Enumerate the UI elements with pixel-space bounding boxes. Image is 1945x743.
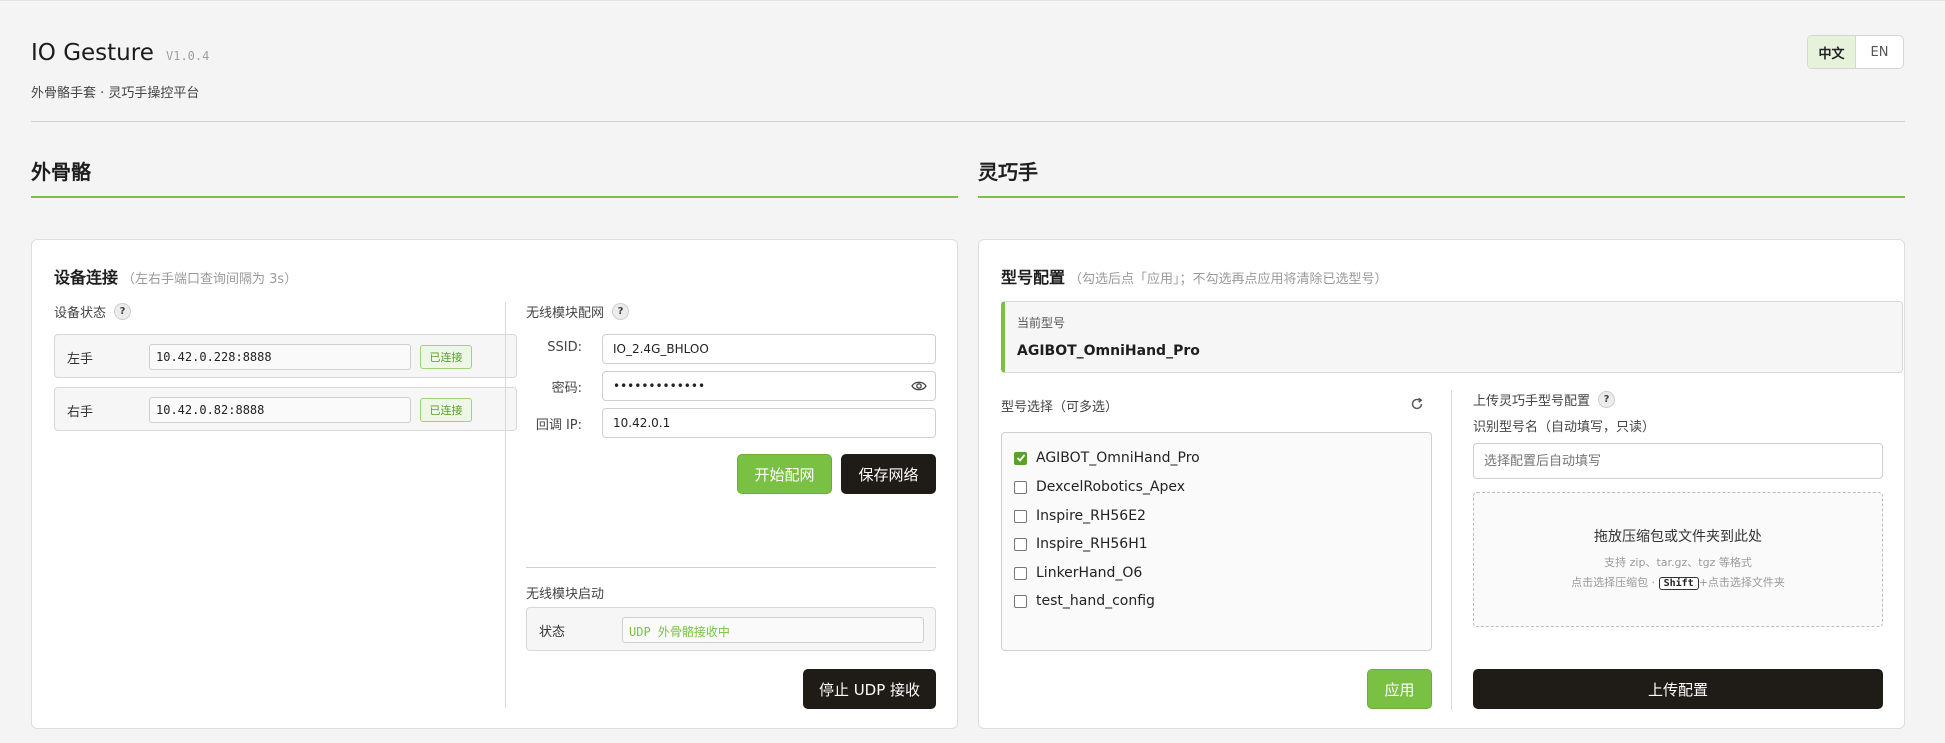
wifi-config-text: 无线模块配网 [526, 306, 605, 321]
section-underline-hand [978, 196, 1905, 198]
device-card-title: 设备连接 （左右手端口查询间隔为 3s） [54, 264, 297, 288]
callback-ip-input[interactable]: 10.42.0.1 [602, 408, 936, 438]
wireless-status-value: UDP 外骨骼接收中 [622, 617, 924, 643]
model-title-hint: （勾选后点「应用」；不勾选再点应用将清除已选型号） [1069, 272, 1388, 287]
wifi-config-label: 无线模块配网 ? [526, 302, 630, 321]
eye-icon[interactable] [911, 380, 927, 392]
help-icon[interactable]: ? [612, 303, 630, 320]
model-item[interactable]: LinkerHand_O6 [1014, 565, 1142, 581]
app-title: IO Gesture [31, 40, 154, 66]
start-provision-button[interactable]: 开始配网 [737, 454, 832, 494]
left-hand-label: 左手 [67, 352, 94, 367]
device-status-text: 设备状态 [54, 306, 107, 321]
stop-udp-button[interactable]: 停止 UDP 接收 [803, 669, 936, 709]
dropzone-hint-b: +点击选择文件夹 [1698, 576, 1785, 589]
section-title-exo: 外骨骼 [31, 160, 91, 184]
model-item-label: test_hand_config [1036, 593, 1155, 609]
app-subtitle: 外骨骼手套 · 灵巧手操控平台 [31, 86, 200, 101]
password-input[interactable]: ••••••••••••• [602, 371, 936, 401]
section-title-hand: 灵巧手 [978, 160, 1038, 184]
help-icon[interactable]: ? [114, 303, 132, 320]
app-header: IO Gesture V1.0.4 [31, 40, 209, 66]
model-card-title: 型号配置 （勾选后点「应用」；不勾选再点应用将清除已选型号） [1001, 264, 1388, 288]
dropzone-hint: 点击选择压缩包 · Shift +点击选择文件夹 [1474, 574, 1882, 590]
checkbox-icon[interactable] [1014, 509, 1027, 523]
checkbox-icon[interactable] [1014, 594, 1027, 608]
model-item[interactable]: AGIBOT_OmniHand_Pro [1014, 450, 1200, 466]
device-title-hint: （左右手端口查询间隔为 3s） [122, 272, 298, 287]
model-item[interactable]: Inspire_RH56E2 [1014, 508, 1146, 524]
right-hand-row: 右手 10.42.0.82:8888 已连接 [54, 387, 517, 431]
model-item-label: AGIBOT_OmniHand_Pro [1036, 450, 1200, 466]
apply-button[interactable]: 应用 [1367, 669, 1432, 709]
wireless-status-box: 状态 UDP 外骨骼接收中 [526, 607, 936, 651]
device-status-label: 设备状态 ? [54, 302, 132, 321]
device-title-text: 设备连接 [54, 268, 119, 287]
help-icon[interactable]: ? [1598, 391, 1616, 408]
language-switch: 中文 EN [1807, 35, 1904, 69]
model-item[interactable]: Inspire_RH56H1 [1014, 536, 1148, 552]
left-hand-status-badge: 已连接 [420, 345, 472, 369]
left-hand-row: 左手 10.42.0.228:8888 已连接 [54, 334, 517, 378]
model-item-label: LinkerHand_O6 [1036, 565, 1143, 581]
model-item-label: Inspire_RH56E2 [1036, 508, 1146, 524]
wifi-divider [526, 567, 936, 568]
checkbox-icon[interactable] [1014, 566, 1027, 580]
section-underline-exo [31, 196, 958, 198]
lang-en-button[interactable]: EN [1856, 36, 1903, 68]
shift-key: Shift [1658, 577, 1699, 590]
model-name-input[interactable] [1473, 443, 1883, 479]
model-card: 型号配置 （勾选后点「应用」；不勾选再点应用将清除已选型号） 当前型号 AGIBO… [978, 239, 1905, 729]
password-value: ••••••••••••• [613, 379, 706, 393]
checkbox-checked-icon[interactable] [1014, 451, 1027, 465]
refresh-icon[interactable] [1410, 397, 1424, 411]
model-item[interactable]: test_hand_config [1014, 593, 1155, 609]
wireless-start-label: 无线模块启动 [526, 587, 605, 602]
current-model-box: 当前型号 AGIBOT_OmniHand_Pro [1001, 301, 1903, 373]
checkbox-icon[interactable] [1014, 537, 1027, 551]
model-name-label: 识别型号名（自动填写，只读） [1473, 420, 1656, 435]
ssid-label: SSID: [547, 340, 582, 355]
header-divider [31, 121, 1905, 122]
model-list: AGIBOT_OmniHand_Pro DexcelRobotics_Apex … [1001, 432, 1432, 651]
model-select-label: 型号选择（可多选） [1001, 400, 1119, 415]
model-title-text: 型号配置 [1001, 268, 1066, 287]
checkbox-icon[interactable] [1014, 480, 1027, 494]
model-item[interactable]: DexcelRobotics_Apex [1014, 479, 1185, 495]
ssid-input[interactable]: IO_2.4G_BHLOO [602, 334, 936, 364]
current-model-label: 当前型号 [1017, 316, 1066, 330]
device-column-divider [505, 302, 506, 708]
right-hand-address: 10.42.0.82:8888 [149, 397, 411, 423]
app-version: V1.0.4 [166, 49, 210, 63]
dropzone-formats-text: 支持 zip、tar.gz、tgz 等格式 [1604, 556, 1752, 569]
model-item-label: Inspire_RH56H1 [1036, 536, 1148, 552]
left-hand-address: 10.42.0.228:8888 [149, 344, 411, 370]
dropzone-hint-a: 点击选择压缩包 · [1571, 576, 1659, 589]
dropzone-main-text: 拖放压缩包或文件夹到此处 [1594, 529, 1762, 545]
upload-dropzone[interactable]: 拖放压缩包或文件夹到此处 支持 zip、tar.gz、tgz 等格式 点击选择压… [1473, 492, 1883, 627]
upload-config-label: 上传灵巧手型号配置 ? [1473, 390, 1616, 409]
current-model-value: AGIBOT_OmniHand_Pro [1017, 343, 1200, 359]
model-item-label: DexcelRobotics_Apex [1036, 479, 1185, 495]
top-border [0, 0, 1945, 1]
callback-ip-label: 回调 IP: [535, 418, 582, 433]
lang-zh-button[interactable]: 中文 [1808, 36, 1856, 68]
upload-config-text: 上传灵巧手型号配置 [1473, 394, 1591, 409]
right-hand-status-badge: 已连接 [420, 398, 472, 422]
device-card: 设备连接 （左右手端口查询间隔为 3s） 设备状态 ? 左手 10.42.0.22… [31, 239, 958, 729]
save-network-button[interactable]: 保存网络 [841, 454, 936, 494]
password-label: 密码: [551, 381, 582, 396]
wireless-status-label: 状态 [539, 625, 566, 640]
upload-config-button[interactable]: 上传配置 [1473, 669, 1883, 709]
model-column-divider [1451, 390, 1452, 710]
right-hand-label: 右手 [67, 405, 94, 420]
